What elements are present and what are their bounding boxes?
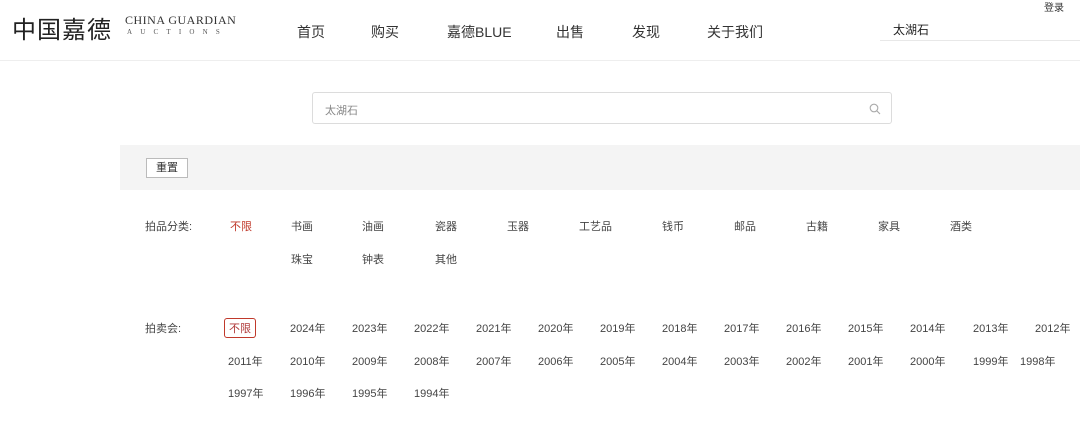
- year-option[interactable]: 2018年: [662, 320, 697, 336]
- year-option[interactable]: 2021年: [476, 320, 511, 336]
- logo-english[interactable]: CHINA GUARDIAN: [125, 13, 236, 28]
- nav-buy[interactable]: 购买: [371, 22, 399, 42]
- year-option[interactable]: 2014年: [910, 320, 945, 336]
- year-option[interactable]: 2000年: [910, 353, 945, 369]
- year-option[interactable]: 2008年: [414, 353, 449, 369]
- nav-about-us[interactable]: 关于我们: [707, 22, 763, 42]
- nav-discover[interactable]: 发现: [632, 22, 660, 42]
- category-oil-painting[interactable]: 油画: [362, 218, 384, 234]
- category-crafts[interactable]: 工艺品: [579, 218, 612, 234]
- reset-button[interactable]: 重置: [146, 158, 188, 178]
- logo-english-sub[interactable]: AUCTIONS: [127, 28, 228, 36]
- year-option[interactable]: 2003年: [724, 353, 759, 369]
- year-option[interactable]: 2004年: [662, 353, 697, 369]
- year-option[interactable]: 2020年: [538, 320, 573, 336]
- year-option[interactable]: 2012年: [1035, 320, 1070, 336]
- category-ancient-books[interactable]: 古籍: [806, 218, 828, 234]
- year-option[interactable]: 1998年: [1020, 353, 1055, 369]
- year-option[interactable]: 2001年: [848, 353, 883, 369]
- category-all[interactable]: 不限: [230, 218, 252, 234]
- nav-guardian-blue[interactable]: 嘉德BLUE: [447, 22, 512, 42]
- year-option[interactable]: 2010年: [290, 353, 325, 369]
- year-option[interactable]: 2024年: [290, 320, 325, 336]
- category-painting-calligraphy[interactable]: 书画: [291, 218, 313, 234]
- year-option[interactable]: 2023年: [352, 320, 387, 336]
- year-option[interactable]: 2016年: [786, 320, 821, 336]
- year-option[interactable]: 2005年: [600, 353, 635, 369]
- year-option[interactable]: 1999年: [973, 353, 1008, 369]
- header-search-underline: [880, 40, 1080, 41]
- year-option[interactable]: 2006年: [538, 353, 573, 369]
- category-coins[interactable]: 钱币: [662, 218, 684, 234]
- search-input-value[interactable]: 太湖石: [325, 102, 358, 118]
- year-option[interactable]: 2011年: [228, 353, 263, 369]
- login-link[interactable]: 登录: [1044, 0, 1064, 14]
- category-furniture[interactable]: 家具: [878, 218, 900, 234]
- year-option[interactable]: 2009年: [352, 353, 387, 369]
- year-option[interactable]: 2017年: [724, 320, 759, 336]
- year-option[interactable]: 2007年: [476, 353, 511, 369]
- year-option[interactable]: 1994年: [414, 385, 449, 401]
- header-search-input[interactable]: 太湖石: [893, 21, 929, 38]
- logo-chinese[interactable]: 中国嘉德: [12, 10, 112, 45]
- year-option[interactable]: 1997年: [228, 385, 263, 401]
- category-wine[interactable]: 酒类: [950, 218, 972, 234]
- year-option[interactable]: 1995年: [352, 385, 387, 401]
- category-other[interactable]: 其他: [435, 251, 457, 267]
- year-option[interactable]: 2015年: [848, 320, 883, 336]
- nav-sell[interactable]: 出售: [556, 22, 584, 42]
- year-all[interactable]: 不限: [224, 318, 256, 338]
- category-stamps[interactable]: 邮品: [734, 218, 756, 234]
- auction-label: 拍卖会:: [145, 323, 182, 335]
- category-jewelry[interactable]: 珠宝: [291, 251, 313, 267]
- category-porcelain[interactable]: 瓷器: [435, 218, 457, 234]
- search-icon[interactable]: [869, 102, 881, 120]
- year-option[interactable]: 1996年: [290, 385, 325, 401]
- top-header: 中国嘉德 CHINA GUARDIAN AUCTIONS 首页 购买 嘉德BLU…: [0, 0, 1080, 61]
- category-watches[interactable]: 钟表: [362, 251, 384, 267]
- year-option[interactable]: 2022年: [414, 320, 449, 336]
- year-option[interactable]: 2019年: [600, 320, 635, 336]
- category-label: 拍品分类:: [145, 221, 193, 233]
- nav-home[interactable]: 首页: [297, 22, 325, 42]
- main-search-input[interactable]: 太湖石: [312, 92, 892, 124]
- year-option[interactable]: 2013年: [973, 320, 1008, 336]
- category-jade[interactable]: 玉器: [507, 218, 529, 234]
- filter-bar: 重置: [120, 145, 1080, 190]
- year-option[interactable]: 2002年: [786, 353, 821, 369]
